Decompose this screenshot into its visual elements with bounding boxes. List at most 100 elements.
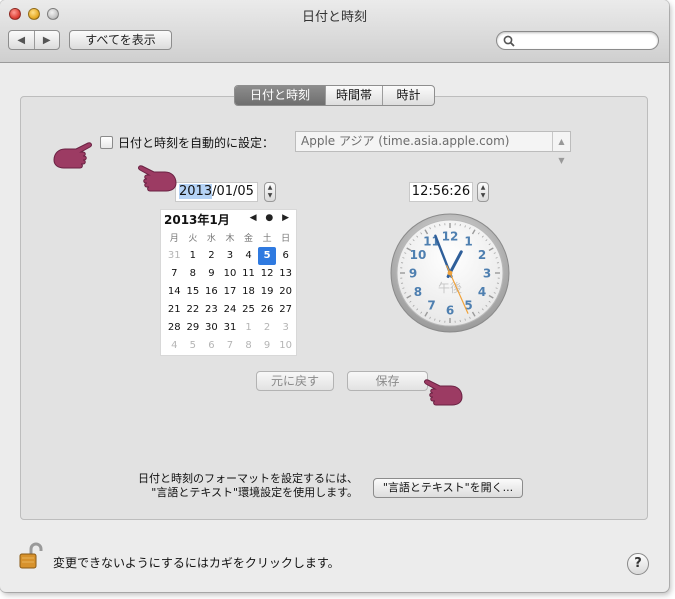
calendar-weekday: 木 xyxy=(225,234,235,244)
calendar-day[interactable]: 13 xyxy=(276,265,295,283)
format-instructions-line2: "言語とテキスト"環境設定を使用します。 xyxy=(151,486,358,499)
calendar-day[interactable]: 7 xyxy=(221,337,240,355)
calendar-day[interactable]: 2 xyxy=(202,247,221,265)
calendar-day[interactable]: 2 xyxy=(258,319,277,337)
calendar-day[interactable]: 25 xyxy=(239,301,258,319)
pointing-hand-icon xyxy=(53,142,92,169)
stepper-up-icon[interactable]: ▲ xyxy=(481,184,486,191)
calendar-day[interactable]: 29 xyxy=(184,319,203,337)
clock-number: 7 xyxy=(427,299,435,313)
calendar-day[interactable]: 3 xyxy=(221,247,240,265)
calendar-weekday: 水 xyxy=(206,234,216,244)
preferences-window: 日付と時刻 ◀ ▶ すべてを表示 日付と時刻 時間帯 時計 日付と時刻を自動的に… xyxy=(0,0,669,592)
clock-number: 6 xyxy=(446,304,454,318)
calendar-weekday: 金 xyxy=(244,234,254,244)
calendar-weekday-row: 月火水木金土日 xyxy=(165,232,295,247)
analog-clock[interactable]: 12 1234567891011 午後 xyxy=(389,212,511,334)
stepper-down-icon[interactable]: ▼ xyxy=(481,192,486,199)
search-icon xyxy=(503,35,515,47)
help-button[interactable]: ? xyxy=(627,553,649,575)
date-rest-segment[interactable]: /01/05 xyxy=(212,184,254,199)
calendar-day[interactable]: 4 xyxy=(165,337,184,355)
search-field[interactable] xyxy=(496,31,659,50)
calendar-day[interactable]: 7 xyxy=(165,265,184,283)
show-all-button[interactable]: すべてを表示 xyxy=(69,30,172,50)
calendar-day[interactable]: 19 xyxy=(258,283,277,301)
calendar-day-selected[interactable]: 5 xyxy=(257,247,277,265)
revert-button[interactable]: 元に戻す xyxy=(256,371,334,391)
calendar-day[interactable]: 14 xyxy=(165,283,184,301)
calendar-week-row: 4 5 6 7 8 9 10 xyxy=(165,337,295,355)
back-button[interactable]: ◀ xyxy=(9,31,35,49)
clock-number: 12 xyxy=(442,230,459,244)
clock-number: 9 xyxy=(409,267,417,281)
clock-number: 4 xyxy=(478,285,486,299)
pointing-hand-icon xyxy=(138,165,177,192)
calendar-day[interactable]: 27 xyxy=(276,301,295,319)
date-field[interactable]: 2013/01/05 xyxy=(175,182,258,202)
calendar-month-title: 2013年1月 xyxy=(164,213,230,227)
calendar-day[interactable]: 22 xyxy=(184,301,203,319)
calendar-day[interactable]: 9 xyxy=(202,265,221,283)
date-stepper[interactable]: ▲ ▼ xyxy=(264,182,276,202)
calendar-day[interactable]: 1 xyxy=(184,247,203,265)
auto-set-checkbox[interactable] xyxy=(100,135,113,149)
auto-set-label: 日付と時刻を自動的に設定： xyxy=(118,135,275,150)
tab-time-zone[interactable]: 時間帯 xyxy=(325,86,382,105)
calendar-weekday: 月 xyxy=(169,234,179,244)
calendar-week-row: 7 8 9 10 11 12 13 xyxy=(165,265,295,283)
calendar-day[interactable]: 6 xyxy=(202,337,221,355)
calendar-day[interactable]: 12 xyxy=(258,265,277,283)
calendar-day[interactable]: 28 xyxy=(165,319,184,337)
calendar-week-row: 28 29 30 31 1 2 3 xyxy=(165,319,295,337)
select-arrow-icon: ▲ ▼ xyxy=(552,132,570,165)
calendar-day[interactable]: 1 xyxy=(239,319,258,337)
time-server-value: Apple アジア (time.asia.apple.com) xyxy=(301,134,510,148)
pointing-hand-icon xyxy=(424,379,463,406)
stepper-down-icon[interactable]: ▼ xyxy=(268,192,273,199)
forward-button[interactable]: ▶ xyxy=(35,31,60,49)
calendar-grid: 月火水木金土日 31 1 2 3 4 5 6 7 8 9 10 11 12 13 14 15 16 17 18 19 20… xyxy=(165,232,295,355)
calendar-day[interactable]: 5 xyxy=(184,337,203,355)
clock-number: 2 xyxy=(478,248,486,262)
calendar-day[interactable]: 21 xyxy=(165,301,184,319)
lock-icon[interactable] xyxy=(18,541,44,571)
date-year-segment[interactable]: 2013 xyxy=(179,184,213,199)
format-instructions-line1: 日付と時刻のフォーマットを設定するには、 xyxy=(138,472,358,485)
window-title: 日付と時刻 xyxy=(301,10,367,25)
open-language-text-button[interactable]: "言語とテキスト"を開く... xyxy=(373,478,523,498)
calendar-nav[interactable]: ◀ ● ▶ xyxy=(250,213,292,223)
calendar-day[interactable]: 6 xyxy=(276,247,295,265)
clock-number: 1 xyxy=(464,234,472,248)
calendar-day[interactable]: 24 xyxy=(221,301,240,319)
format-instructions: 日付と時刻のフォーマットを設定するには、 "言語とテキスト"環境設定を使用します… xyxy=(120,472,358,500)
tab-date-time[interactable]: 日付と時刻 xyxy=(235,86,325,105)
calendar-day[interactable]: 31 xyxy=(165,247,184,265)
calendar-day[interactable]: 9 xyxy=(258,337,277,355)
save-button[interactable]: 保存 xyxy=(347,371,428,391)
tab-clock[interactable]: 時計 xyxy=(382,86,434,105)
calendar-day[interactable]: 3 xyxy=(276,319,295,337)
calendar-day[interactable]: 8 xyxy=(239,337,258,355)
stepper-up-icon[interactable]: ▲ xyxy=(268,184,273,191)
calendar-day[interactable]: 10 xyxy=(276,337,295,355)
time-field[interactable]: 12:56:26 xyxy=(409,182,473,202)
calendar-day[interactable]: 10 xyxy=(221,265,240,283)
calendar-weekday: 火 xyxy=(188,234,198,244)
calendar-day[interactable]: 30 xyxy=(202,319,221,337)
calendar-day[interactable]: 16 xyxy=(202,283,221,301)
calendar-day[interactable]: 23 xyxy=(202,301,221,319)
calendar-day[interactable]: 8 xyxy=(184,265,203,283)
time-stepper[interactable]: ▲ ▼ xyxy=(477,182,489,202)
calendar-day[interactable]: 15 xyxy=(184,283,203,301)
calendar-day[interactable]: 26 xyxy=(258,301,277,319)
clock-number: 5 xyxy=(464,299,472,313)
back-forward-control: ◀ ▶ xyxy=(8,30,60,50)
calendar-day[interactable]: 20 xyxy=(276,283,295,301)
calendar-day[interactable]: 11 xyxy=(239,265,258,283)
calendar-week-row: 21 22 23 24 25 26 27 xyxy=(165,301,295,319)
calendar-day[interactable]: 17 xyxy=(221,283,240,301)
calendar-day[interactable]: 4 xyxy=(239,247,258,265)
calendar-day[interactable]: 31 xyxy=(221,319,240,337)
calendar-day[interactable]: 18 xyxy=(239,283,258,301)
